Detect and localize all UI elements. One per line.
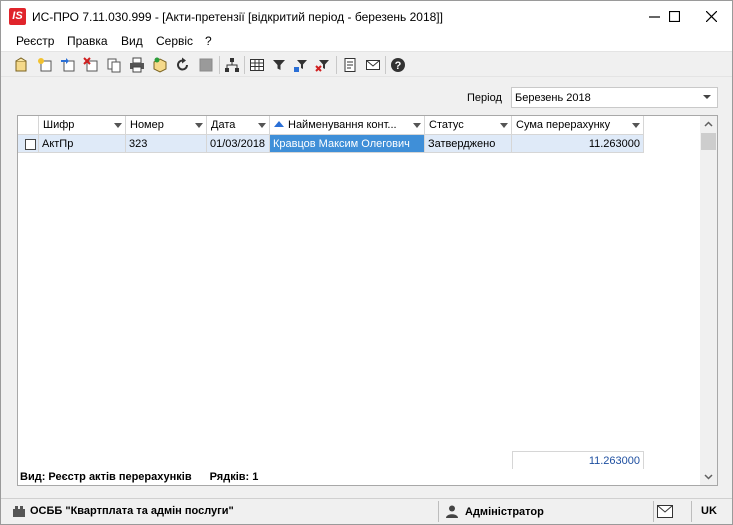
period-value: Березень 2018 [515, 92, 591, 104]
header-code-label: Шифр [43, 119, 75, 131]
total-amount: 11.263000 [512, 451, 644, 469]
header-number[interactable]: Номер [126, 116, 207, 135]
grid-header: Шифр Номер Дата Найменування конт... Ста… [18, 116, 702, 135]
dropdown-icon[interactable] [632, 123, 640, 128]
status-bar: ОСББ "Квартплата та адмін послуги" Адмін… [1, 498, 732, 524]
save-disabled-icon[interactable] [197, 56, 215, 74]
grid-status: Вид: Реєстр актів перерахунків Рядків: 1 [20, 471, 258, 483]
help-icon[interactable]: ? [389, 56, 407, 74]
status-separator [438, 501, 439, 522]
dropdown-icon[interactable] [500, 123, 508, 128]
new-document-icon[interactable] [12, 56, 30, 74]
tree-icon[interactable] [223, 56, 241, 74]
period-label: Період [467, 92, 502, 104]
toolbar-separator [336, 56, 337, 74]
header-amount-label: Сума перерахунку [516, 119, 611, 131]
organization-name: ОСББ "Квартплата та адмін послуги" [30, 505, 234, 517]
print-icon[interactable] [128, 56, 146, 74]
refresh-icon[interactable] [174, 56, 192, 74]
title-bar[interactable]: IS ИС-ПРО 7.11.030.999 - [Акти-претензії… [1, 1, 732, 32]
chevron-down-icon[interactable] [701, 91, 713, 103]
header-counterparty-label: Найменування конт... [288, 119, 397, 131]
header-amount[interactable]: Сума перерахунку [512, 116, 644, 135]
svg-text:?: ? [395, 60, 402, 72]
header-counterparty[interactable]: Найменування конт... [270, 116, 425, 135]
vertical-scrollbar[interactable] [700, 116, 717, 485]
document-icon[interactable] [341, 56, 359, 74]
language-indicator[interactable]: UK [701, 505, 717, 517]
filter-settings-icon[interactable] [292, 56, 310, 74]
menu-view[interactable]: Вид [121, 34, 143, 48]
maximize-button[interactable] [661, 1, 688, 32]
building-icon [13, 506, 25, 517]
header-date[interactable]: Дата [207, 116, 270, 135]
dropdown-icon[interactable] [114, 123, 122, 128]
period-select[interactable]: Березень 2018 [511, 87, 718, 108]
dropdown-icon[interactable] [413, 123, 421, 128]
status-separator [691, 501, 692, 522]
sort-ascending-icon [274, 121, 284, 127]
table-icon[interactable] [248, 56, 266, 74]
close-button[interactable] [693, 1, 729, 32]
import-icon[interactable] [59, 56, 77, 74]
header-status-label: Статус [429, 119, 464, 131]
filter-clear-icon[interactable] [314, 56, 332, 74]
dropdown-icon[interactable] [258, 123, 266, 128]
toolbar: ? [1, 51, 732, 77]
copy-icon[interactable] [105, 56, 123, 74]
package-icon[interactable] [151, 56, 169, 74]
current-user: Адміністратор [465, 506, 544, 518]
table-row[interactable]: АктПр 323 01/03/2018 Кравцов Максим Олег… [18, 135, 702, 153]
scroll-up-icon[interactable] [704, 120, 713, 129]
rows-count: Рядків: 1 [209, 471, 259, 483]
header-number-label: Номер [130, 119, 164, 131]
dropdown-icon[interactable] [195, 123, 203, 128]
cell-counterparty[interactable]: Кравцов Максим Олегович [270, 135, 425, 153]
header-code[interactable]: Шифр [39, 116, 126, 135]
cell-date[interactable]: 01/03/2018 [207, 135, 270, 153]
menu-edit[interactable]: Правка [67, 34, 108, 48]
toolbar-separator [385, 56, 386, 74]
header-checkbox-column[interactable] [18, 116, 39, 135]
delete-icon[interactable] [82, 56, 100, 74]
mail-status-icon[interactable] [657, 505, 673, 518]
window-title: ИС-ПРО 7.11.030.999 - [Акти-претензії [в… [32, 10, 443, 24]
app-window: IS ИС-ПРО 7.11.030.999 - [Акти-претензії… [0, 0, 733, 525]
maximize-icon [669, 11, 680, 22]
toolbar-separator [219, 56, 220, 74]
close-icon [705, 11, 717, 22]
scroll-down-icon[interactable] [704, 472, 713, 481]
cell-amount[interactable]: 11.263000 [512, 135, 644, 153]
scrollbar-thumb[interactable] [701, 133, 716, 150]
status-separator [653, 501, 654, 522]
view-label: Вид: Реєстр актів перерахунків [20, 471, 192, 483]
new-copy-icon[interactable] [36, 56, 54, 74]
row-checkbox[interactable] [25, 139, 36, 150]
menu-registry[interactable]: Реєстр [16, 34, 54, 48]
menu-bar: Реєстр Правка Вид Сервіс ? [1, 32, 732, 51]
menu-service[interactable]: Сервіс [156, 34, 193, 48]
cell-number[interactable]: 323 [126, 135, 207, 153]
toolbar-separator [244, 56, 245, 74]
app-logo-icon: IS [9, 8, 26, 25]
cell-code[interactable]: АктПр [39, 135, 126, 153]
filter-icon[interactable] [270, 56, 288, 74]
menu-help[interactable]: ? [205, 34, 212, 48]
header-status[interactable]: Статус [425, 116, 512, 135]
row-checkbox-cell[interactable] [18, 135, 39, 153]
header-date-label: Дата [211, 119, 236, 131]
minimize-icon [649, 16, 660, 18]
mail-icon[interactable] [364, 56, 382, 74]
data-grid: Шифр Номер Дата Найменування конт... Ста… [17, 115, 718, 486]
cell-status[interactable]: Затверджено [425, 135, 512, 153]
user-icon [446, 505, 458, 518]
